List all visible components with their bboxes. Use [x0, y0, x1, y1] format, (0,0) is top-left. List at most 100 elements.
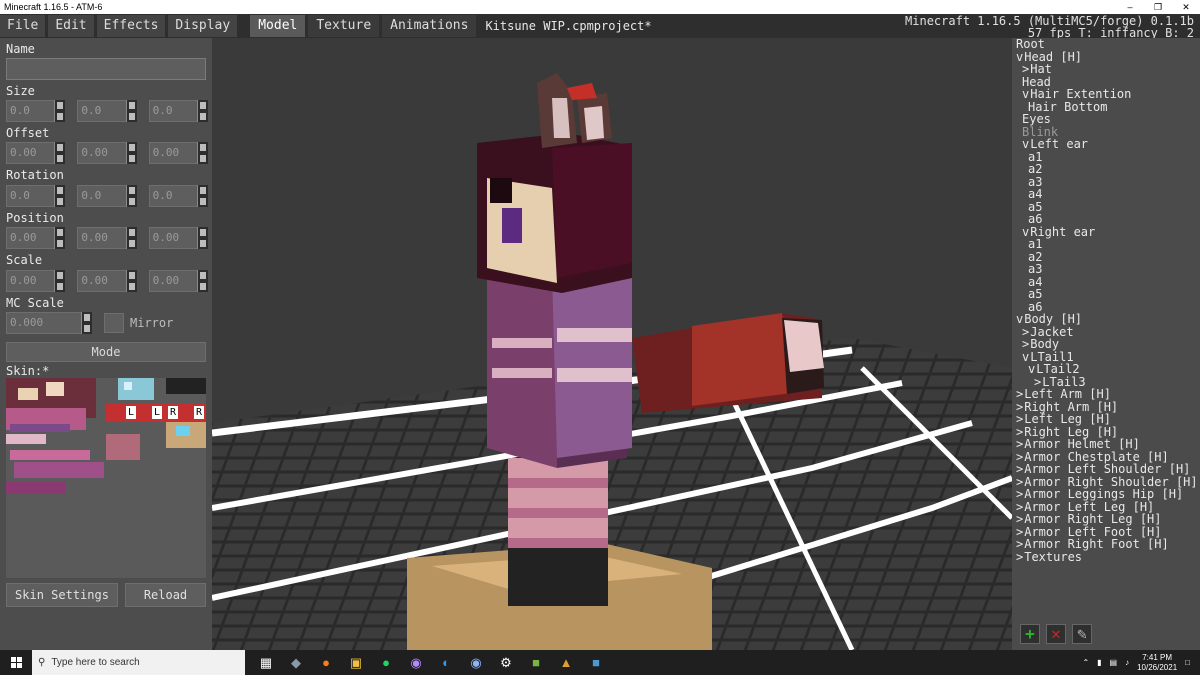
name-input[interactable] — [6, 58, 206, 80]
tab-animations[interactable]: Animations — [382, 15, 477, 37]
tree-node[interactable]: a3 — [1016, 263, 1198, 276]
tree-node[interactable]: a1 — [1016, 238, 1198, 251]
mc-info-overlay: Minecraft 1.16.5 (MultiMC5/forge) 0.1.1b… — [905, 15, 1194, 39]
scale-x-input[interactable]: 0.00 — [6, 270, 66, 292]
tab-texture[interactable]: Texture — [308, 15, 380, 37]
chevron-right-icon[interactable]: > — [1016, 537, 1023, 551]
chevron-right-icon[interactable]: > — [1022, 337, 1029, 351]
position-x-input[interactable]: 0.00 — [6, 227, 66, 249]
model-viewport[interactable] — [212, 38, 1012, 650]
tree-node[interactable]: a4 — [1016, 275, 1198, 289]
task-view-icon[interactable]: ▦ — [255, 652, 277, 674]
tree-node[interactable]: a3 — [1016, 175, 1198, 189]
spinner-icon[interactable] — [125, 227, 137, 249]
chevron-right-icon[interactable]: > — [1016, 412, 1023, 426]
chevron-up-icon[interactable]: ⌃ — [1082, 658, 1089, 667]
settings-icon[interactable]: ⚙ — [495, 652, 517, 674]
app-icon[interactable]: ■ — [585, 652, 607, 674]
scale-z-input[interactable]: 0.00 — [148, 270, 208, 292]
delete-icon[interactable]: ✕ — [1046, 624, 1066, 644]
spinner-icon[interactable] — [196, 100, 208, 122]
minecraft-icon[interactable]: ■ — [525, 652, 547, 674]
close-button[interactable]: ✕ — [1172, 0, 1200, 14]
menu-file[interactable]: File — [0, 15, 46, 37]
tree-node[interactable]: a5 — [1016, 288, 1198, 301]
spinner-icon[interactable] — [125, 100, 137, 122]
file-explorer-icon[interactable]: ▣ — [345, 652, 367, 674]
menu-effects[interactable]: Effects — [96, 15, 166, 37]
spinner-icon[interactable] — [125, 185, 137, 207]
chevron-down-icon[interactable]: v — [1016, 312, 1023, 326]
volume-icon[interactable]: ♪ — [1125, 658, 1129, 667]
model-body — [487, 260, 557, 468]
tab-model[interactable]: Model — [250, 15, 306, 37]
mirror-checkbox[interactable] — [104, 313, 124, 333]
spinner-icon[interactable] — [125, 270, 137, 292]
edge-icon[interactable]: ◐ — [435, 652, 457, 674]
mc-scale-input[interactable]: 0.000 — [6, 312, 92, 334]
tree-node[interactable]: a4 — [1016, 188, 1198, 201]
steam-icon[interactable]: ◉ — [465, 652, 487, 674]
offset-y-input[interactable]: 0.00 — [77, 142, 137, 164]
offset-z-input[interactable]: 0.00 — [148, 142, 208, 164]
discord-icon[interactable]: ◉ — [405, 652, 427, 674]
spinner-icon[interactable] — [54, 185, 66, 207]
size-label: Size — [6, 84, 35, 98]
tree-node[interactable]: a5 — [1016, 200, 1198, 214]
network-icon[interactable]: ▤ — [1110, 658, 1118, 667]
size-y-input[interactable]: 0.0 — [77, 100, 137, 122]
spinner-icon[interactable] — [196, 185, 208, 207]
chevron-right-icon[interactable]: > — [1016, 462, 1023, 476]
menu-edit[interactable]: Edit — [48, 15, 94, 37]
spinner-icon[interactable] — [196, 227, 208, 249]
spinner-icon[interactable] — [54, 270, 66, 292]
reload-button[interactable]: Reload — [125, 583, 206, 607]
spinner-icon[interactable] — [54, 227, 66, 249]
notifications-icon[interactable]: □ — [1185, 658, 1190, 667]
skin-settings-button[interactable]: Skin Settings — [6, 583, 118, 607]
tree-node[interactable]: vLeft ear — [1016, 138, 1198, 151]
clock[interactable]: 7:41 PM 10/26/2021 — [1137, 653, 1177, 673]
spotify-icon[interactable]: ● — [375, 652, 397, 674]
start-button[interactable] — [0, 650, 32, 675]
tree-node[interactable]: vRight ear — [1016, 225, 1198, 239]
multimc-icon[interactable]: ▲ — [555, 652, 577, 674]
edit-icon[interactable]: ✎ — [1072, 624, 1092, 644]
spinner-icon[interactable] — [54, 100, 66, 122]
chevron-right-icon[interactable]: > — [1016, 437, 1023, 451]
taskbar-search-input[interactable]: ⚲ Type here to search — [32, 650, 245, 675]
size-z-input[interactable]: 0.0 — [148, 100, 208, 122]
shield-icon[interactable]: ◆ — [285, 652, 307, 674]
spinner-icon[interactable] — [196, 270, 208, 292]
firefox-icon[interactable]: ● — [315, 652, 337, 674]
microphone-icon[interactable]: ▮ — [1097, 658, 1101, 667]
chevron-down-icon[interactable]: v — [1028, 362, 1035, 376]
size-x-input[interactable]: 0.0 — [6, 100, 66, 122]
spinner-icon[interactable] — [54, 142, 66, 164]
chevron-right-icon[interactable]: > — [1016, 387, 1023, 401]
tree-node[interactable]: a2 — [1016, 163, 1198, 176]
chevron-right-icon[interactable]: > — [1016, 512, 1023, 526]
skin-texture-preview[interactable]: L L R R — [6, 378, 206, 578]
mode-button[interactable]: Mode — [6, 342, 206, 362]
rotation-y-input[interactable]: 0.0 — [77, 185, 137, 207]
spinner-icon[interactable] — [125, 142, 137, 164]
chevron-right-icon[interactable]: > — [1016, 550, 1023, 564]
tree-node[interactable]: a1 — [1016, 150, 1198, 164]
tree-node[interactable]: >Textures — [1016, 550, 1198, 564]
rotation-x-input[interactable]: 0.0 — [6, 185, 66, 207]
add-icon[interactable]: + — [1020, 624, 1040, 644]
menu-display[interactable]: Display — [168, 15, 238, 37]
spinner-icon[interactable] — [81, 312, 92, 334]
tree-node[interactable]: a2 — [1016, 250, 1198, 264]
search-icon: ⚲ — [38, 657, 46, 668]
spinner-icon[interactable] — [196, 142, 208, 164]
position-y-input[interactable]: 0.00 — [77, 227, 137, 249]
scale-y-input[interactable]: 0.00 — [77, 270, 137, 292]
minimize-button[interactable]: – — [1116, 0, 1144, 14]
chevron-right-icon[interactable]: > — [1016, 487, 1023, 501]
offset-x-input[interactable]: 0.00 — [6, 142, 66, 164]
rotation-z-input[interactable]: 0.0 — [148, 185, 208, 207]
position-z-input[interactable]: 0.00 — [148, 227, 208, 249]
maximize-button[interactable]: ❐ — [1144, 0, 1172, 14]
